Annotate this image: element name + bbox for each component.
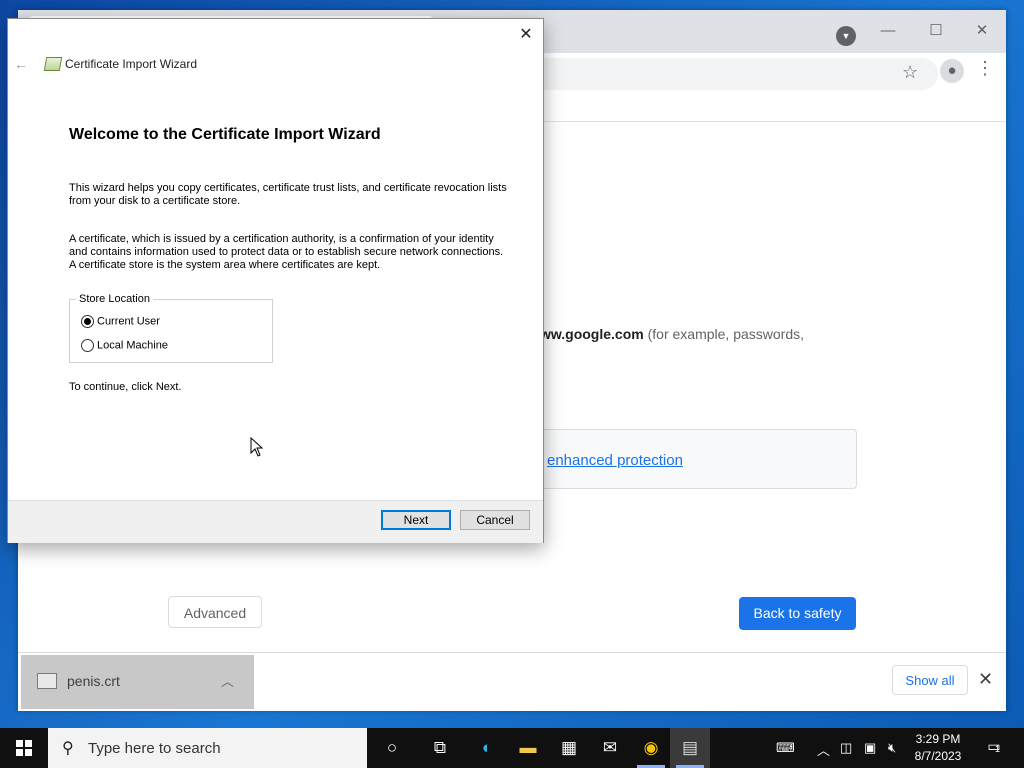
notification-count: 1: [995, 744, 1001, 754]
minimize-button[interactable]: —: [866, 16, 910, 46]
mail-icon[interactable]: ✉: [598, 736, 622, 760]
volume-muted-icon[interactable]: 🔇︎: [888, 740, 896, 756]
certificate-import-wizard: ✕ ← Certificate Import Wizard Welcome to…: [7, 18, 544, 543]
chrome-icon[interactable]: ◉: [639, 736, 663, 760]
wizard-footer: Next Cancel: [8, 500, 543, 543]
taskbar: ⚲ Type here to search ○ ⧉ ◐ ▬ ▦ ✉ ◉ ▤ ⌨ …: [0, 728, 1024, 768]
file-explorer-icon[interactable]: ▬: [516, 736, 540, 760]
task-view-icon[interactable]: ⧉: [428, 736, 452, 760]
network-icon[interactable]: ▣: [864, 740, 876, 756]
start-button[interactable]: [0, 728, 48, 768]
store-location-legend: Store Location: [76, 293, 153, 305]
domain-warning-suffix: (for example, passwords,: [643, 326, 805, 342]
domain-name: ww.google.com: [540, 326, 644, 342]
wizard-description-text: A certificate, which is issued by a cert…: [69, 233, 504, 271]
enhanced-protection-box: enhanced protection: [530, 429, 857, 489]
notification-center-icon[interactable]: ▭ 1: [984, 738, 1004, 756]
edge-icon[interactable]: ◐: [475, 736, 499, 760]
show-all-button[interactable]: Show all: [892, 665, 968, 695]
cancel-button[interactable]: Cancel: [460, 510, 530, 530]
mouse-cursor-icon: [250, 437, 264, 457]
download-shelf: penis.crt ︿ Show all ✕: [18, 652, 1006, 711]
taskbar-search-box[interactable]: ⚲ Type here to search: [48, 728, 367, 768]
download-file-name: penis.crt: [67, 673, 120, 689]
back-arrow-icon[interactable]: ←: [14, 56, 28, 72]
close-icon[interactable]: ✕: [978, 669, 993, 690]
wizard-heading: Welcome to the Certificate Import Wizard: [69, 126, 381, 143]
profile-icon[interactable]: ●: [940, 59, 964, 83]
bookmark-star-icon[interactable]: ☆: [902, 62, 918, 83]
local-machine-radio[interactable]: [81, 339, 94, 352]
store-icon[interactable]: ▦: [557, 736, 581, 760]
certificate-taskbar-button[interactable]: ▤: [670, 728, 710, 768]
clock-date[interactable]: 8/7/2023: [912, 749, 964, 763]
local-machine-option[interactable]: Local Machine: [81, 339, 168, 352]
search-placeholder: Type here to search: [88, 740, 221, 757]
advanced-button[interactable]: Advanced: [168, 596, 262, 628]
search-icon: ⚲: [62, 740, 74, 757]
local-machine-label: Local Machine: [97, 339, 168, 352]
domain-warning-text: ww.google.com (for example, passwords,: [540, 326, 804, 342]
certificate-icon: [43, 57, 63, 71]
current-user-label: Current User: [97, 315, 160, 328]
clock-time[interactable]: 3:29 PM: [912, 732, 964, 746]
continue-instruction: To continue, click Next.: [69, 381, 182, 393]
tab-search-icon[interactable]: ▼: [836, 26, 856, 46]
wizard-intro-text: This wizard helps you copy certificates,…: [69, 182, 507, 207]
keyboard-icon[interactable]: ⌨: [776, 740, 795, 756]
download-item[interactable]: penis.crt ︿: [21, 655, 254, 709]
windows-logo-icon: [16, 740, 32, 756]
maximize-button[interactable]: ☐: [914, 16, 958, 46]
next-button[interactable]: Next: [381, 510, 451, 530]
certificate-file-icon: [37, 673, 57, 689]
current-user-option[interactable]: Current User: [81, 315, 160, 328]
current-user-radio[interactable]: [81, 315, 94, 328]
cortana-icon[interactable]: ○: [380, 736, 404, 760]
enhanced-protection-link[interactable]: enhanced protection: [547, 452, 683, 469]
wizard-title: Certificate Import Wizard: [65, 57, 198, 71]
close-icon[interactable]: ✕: [516, 24, 536, 44]
back-to-safety-button[interactable]: Back to safety: [739, 597, 856, 630]
store-location-group: Store Location Current User Local Machin…: [69, 293, 273, 363]
chevron-up-icon[interactable]: ︿: [817, 740, 830, 759]
meet-icon[interactable]: ◫: [840, 740, 852, 756]
menu-kebab-icon[interactable]: ⋮: [976, 58, 994, 79]
certificate-app-icon: ▤: [681, 738, 699, 757]
chevron-up-icon[interactable]: ︿: [221, 671, 234, 690]
close-window-button[interactable]: ✕: [960, 16, 1004, 46]
